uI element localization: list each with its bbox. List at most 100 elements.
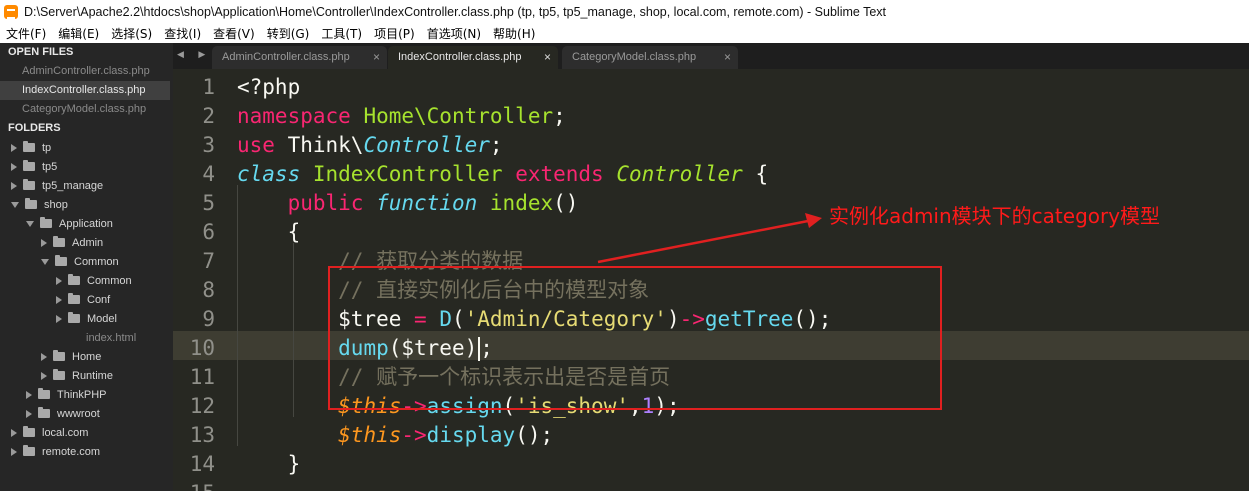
expand-right-icon[interactable] bbox=[11, 162, 17, 171]
expand-right-icon[interactable] bbox=[26, 390, 32, 399]
open-file-item[interactable]: AdminController.class.php bbox=[0, 62, 173, 81]
code-line[interactable]: { bbox=[237, 218, 301, 247]
menu-item-1[interactable]: 编辑(E) bbox=[52, 25, 105, 42]
close-icon[interactable]: × bbox=[724, 46, 731, 69]
tree-folder-item[interactable]: Application bbox=[0, 214, 173, 233]
code-token: ; bbox=[553, 104, 566, 128]
tree-folder-item[interactable]: shop bbox=[0, 195, 173, 214]
code-line[interactable]: use Think\Controller; bbox=[237, 131, 503, 160]
code-token: Controller bbox=[363, 133, 490, 157]
code-token: () bbox=[553, 191, 579, 215]
menu-item-6[interactable]: 工具(T) bbox=[315, 25, 368, 42]
tree-folder-item[interactable]: tp5_manage bbox=[0, 176, 173, 195]
tab-0[interactable]: AdminController.class.php × bbox=[212, 46, 387, 69]
expand-right-icon[interactable] bbox=[56, 295, 62, 304]
menu-item-4[interactable]: 查看(V) bbox=[207, 25, 261, 42]
tree-folder-item[interactable]: Conf bbox=[0, 290, 173, 309]
line-number: 10 bbox=[189, 336, 215, 360]
line-number: 6 bbox=[202, 220, 215, 244]
tree-folder-item[interactable]: remote.com bbox=[0, 442, 173, 461]
expand-down-icon[interactable] bbox=[41, 258, 49, 265]
expand-right-icon[interactable] bbox=[41, 371, 47, 380]
menu-item-2[interactable]: 选择(S) bbox=[105, 25, 158, 42]
tree-item-label: Common bbox=[74, 255, 119, 268]
tree-folder-item[interactable]: ThinkPHP bbox=[0, 385, 173, 404]
code-token: public bbox=[287, 191, 364, 215]
code-line[interactable]: public function index() bbox=[237, 189, 579, 218]
expand-right-icon[interactable] bbox=[41, 238, 47, 247]
tree-folder-item[interactable]: Common bbox=[0, 271, 173, 290]
line-number: 4 bbox=[202, 162, 215, 186]
tab-1[interactable]: IndexController.class.php × bbox=[388, 46, 558, 69]
tab-bar: ◀ ▶ AdminController.class.php × IndexContr… bbox=[173, 43, 1249, 69]
menu-item-5[interactable]: 转到(G) bbox=[261, 25, 316, 42]
folder-tree: tp tp5 tp5_manageshop Application Admin Commo… bbox=[0, 138, 173, 461]
annotation-label: 实例化admin模块下的category模型 bbox=[829, 204, 1161, 228]
line-number: 8 bbox=[202, 278, 215, 302]
tree-folder-item[interactable]: Runtime bbox=[0, 366, 173, 385]
code-line[interactable]: $this->display(); bbox=[237, 421, 553, 450]
annotation-highlight-box bbox=[328, 266, 942, 410]
menu-item-8[interactable]: 首选项(N) bbox=[421, 25, 487, 42]
code-line[interactable]: namespace Home\Controller; bbox=[237, 102, 566, 131]
code-token: Controller bbox=[616, 162, 743, 186]
code-token: { bbox=[742, 162, 769, 186]
tree-folder-item[interactable]: local.com bbox=[0, 423, 173, 442]
folder-icon bbox=[40, 217, 52, 228]
code-line[interactable]: } bbox=[237, 450, 301, 479]
tree-folder-item[interactable]: Model bbox=[0, 309, 173, 328]
code-token: } bbox=[237, 452, 301, 476]
expand-right-icon[interactable] bbox=[11, 428, 17, 437]
code-token: index bbox=[489, 191, 554, 215]
title-bar: D:\Server\Apache2.2\htdocs\shop\Applicat… bbox=[0, 0, 1249, 24]
code-token: ; bbox=[489, 133, 503, 157]
folder-icon bbox=[38, 388, 50, 399]
tree-item-label: index.html bbox=[86, 331, 137, 344]
expand-right-icon[interactable] bbox=[56, 276, 62, 285]
code-line[interactable]: <?php bbox=[237, 73, 300, 102]
window-title: D:\Server\Apache2.2\htdocs\shop\Applicat… bbox=[24, 5, 887, 19]
tree-folder-item[interactable]: Admin bbox=[0, 233, 173, 252]
menu-bar: 文件(F) 编辑(E) 选择(S) 查找(I) 查看(V) 转到(G) 工具(T) 项目(P)… bbox=[0, 24, 1249, 43]
close-icon[interactable]: × bbox=[544, 46, 551, 69]
menu-item-7[interactable]: 项目(P) bbox=[368, 25, 421, 42]
expand-right-icon[interactable] bbox=[11, 181, 17, 190]
menu-item-0[interactable]: 文件(F) bbox=[0, 25, 52, 42]
tree-item-label: tp5_manage bbox=[42, 179, 104, 192]
expand-down-icon[interactable] bbox=[11, 201, 19, 208]
tab-2[interactable]: CategoryModel.class.php × bbox=[562, 46, 738, 69]
tree-item-label: wwwroot bbox=[57, 407, 100, 420]
tree-folder-item[interactable]: Home bbox=[0, 347, 173, 366]
open-file-item[interactable]: IndexController.class.php bbox=[0, 81, 170, 100]
tree-file-item[interactable]: index.html bbox=[0, 328, 173, 347]
menu-item-9[interactable]: 帮助(H) bbox=[487, 25, 541, 42]
line-number: 11 bbox=[189, 365, 215, 389]
tree-item-label: tp5 bbox=[42, 160, 58, 173]
expand-right-icon[interactable] bbox=[41, 352, 47, 361]
tab-nav-arrows-icon[interactable]: ◀ ▶ bbox=[177, 49, 211, 60]
tree-folder-item[interactable]: Common bbox=[0, 252, 173, 271]
expand-right-icon[interactable] bbox=[26, 409, 32, 418]
expand-right-icon[interactable] bbox=[56, 314, 62, 323]
line-number-gutter: 123456789101112131415 bbox=[173, 69, 229, 491]
tree-item-label: Conf bbox=[87, 293, 111, 306]
line-number: 14 bbox=[189, 452, 215, 476]
tab-label: CategoryModel.class.php bbox=[572, 51, 697, 63]
tree-folder-item[interactable]: wwwroot bbox=[0, 404, 173, 423]
code-token: <?php bbox=[237, 75, 301, 99]
menu-item-3[interactable]: 查找(I) bbox=[158, 25, 207, 42]
expand-right-icon[interactable] bbox=[11, 143, 17, 152]
open-file-item[interactable]: CategoryModel.class.php bbox=[0, 100, 173, 119]
open-files-header: OPEN FILES bbox=[8, 46, 74, 58]
tree-folder-item[interactable]: tp bbox=[0, 138, 173, 157]
expand-right-icon[interactable] bbox=[11, 447, 17, 456]
sidebar: OPEN FILES AdminController.class.php Inde… bbox=[0, 43, 173, 491]
code-line[interactable]: class IndexController extends Controller… bbox=[237, 160, 768, 189]
tree-folder-item[interactable]: tp5 bbox=[0, 157, 173, 176]
close-icon[interactable]: × bbox=[373, 46, 380, 69]
expand-down-icon[interactable] bbox=[26, 220, 34, 227]
